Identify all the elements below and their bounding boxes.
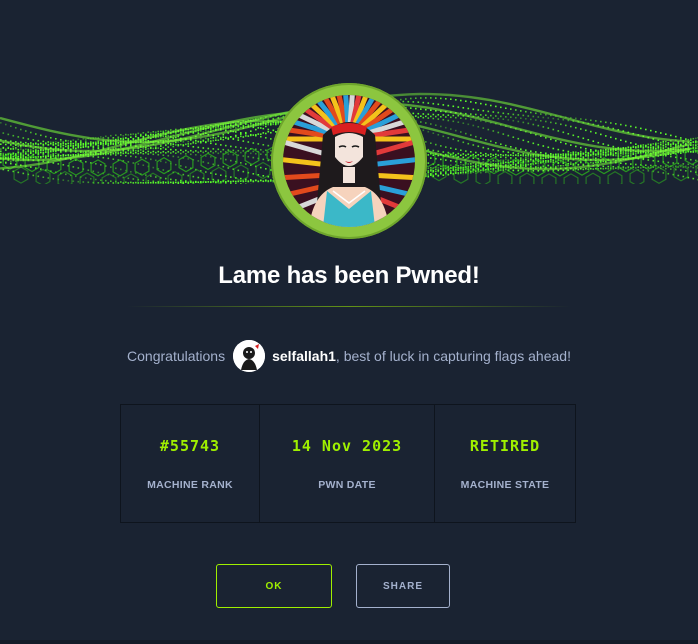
congratulations-message: Congratulations selfallah1 , best of luc… xyxy=(0,340,698,372)
congrats-prefix: Congratulations xyxy=(127,348,226,364)
pwned-modal: Lame has been Pwned! Congratulations sel… xyxy=(0,0,698,644)
machine-avatar xyxy=(271,83,427,239)
modal-bottom-edge xyxy=(0,640,698,644)
share-button[interactable]: SHARE xyxy=(356,564,450,608)
stat-machine-state: RETIRED MACHINE STATE xyxy=(435,405,575,522)
machine-state-label: MACHINE STATE xyxy=(460,479,550,491)
page-title: Lame has been Pwned! xyxy=(218,262,480,289)
pwn-date-value: 14 Nov 2023 xyxy=(291,437,403,455)
machine-rank-value: #55743 xyxy=(159,437,221,455)
ok-button[interactable]: OK xyxy=(216,564,332,608)
stats-panel: #55743 MACHINE RANK 14 Nov 2023 PWN DATE… xyxy=(120,404,576,523)
stat-pwn-date: 14 Nov 2023 PWN DATE xyxy=(260,405,435,522)
machine-rank-label: MACHINE RANK xyxy=(147,479,233,491)
user-avatar xyxy=(233,340,266,372)
pwn-date-label: PWN DATE xyxy=(318,479,376,491)
title-divider xyxy=(127,306,571,307)
user-avatar-icon xyxy=(233,340,266,372)
stat-machine-rank: #55743 MACHINE RANK xyxy=(121,405,260,522)
lame-machine-avatar-icon xyxy=(283,95,415,227)
username[interactable]: selfallah1 xyxy=(272,348,336,364)
congrats-suffix: , best of luck in capturing flags ahead! xyxy=(335,348,571,364)
machine-state-value: RETIRED xyxy=(469,437,541,455)
